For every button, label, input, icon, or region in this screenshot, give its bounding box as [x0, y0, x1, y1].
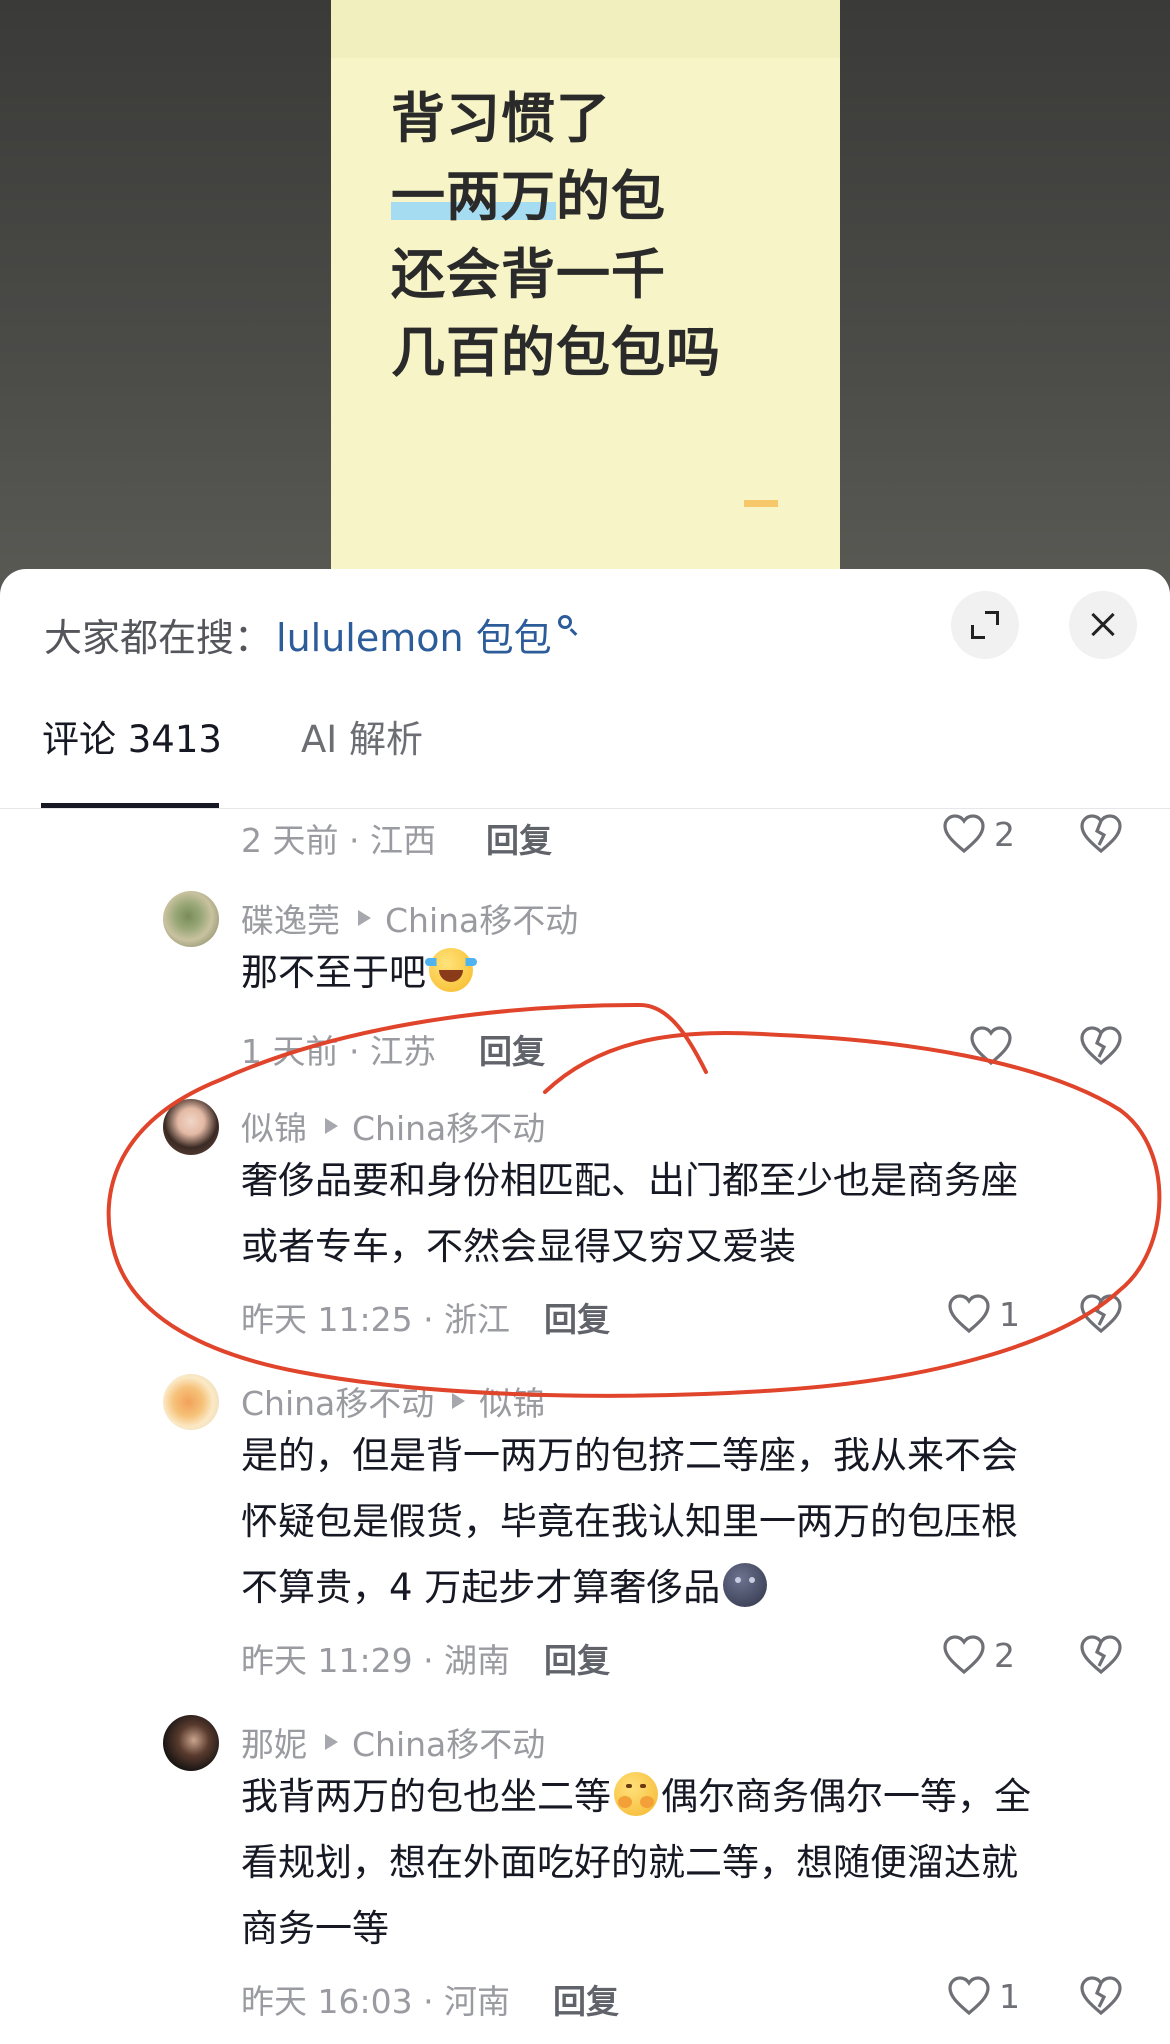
comment-username[interactable]: 碟逸莞	[241, 894, 340, 942]
comment-text-line-with-emoji: 不算贵，4 万起步才算奢侈品	[241, 1555, 1018, 1621]
reply-button[interactable]: 回复	[486, 814, 552, 862]
avatar[interactable]	[163, 891, 219, 947]
like-count: 2	[994, 814, 1015, 854]
broken-heart-icon	[1080, 1294, 1122, 1334]
comment-meta: 昨天 16:03 · 河南 回复	[241, 1979, 619, 2021]
comment-text-line: 怀疑包是假货，毕竟在我认知里一两万的包压根	[241, 1500, 1018, 1543]
tab-bar: 评论 3413 AI 解析	[0, 709, 1170, 779]
tab-ai-analysis[interactable]: AI 解析	[301, 709, 423, 763]
like-button[interactable]: 2	[942, 813, 1015, 855]
expand-button[interactable]	[951, 591, 1019, 659]
comment-text-line: 那不至于吧	[241, 951, 426, 994]
reply-arrow-icon	[325, 1118, 338, 1134]
comment-text-line: 或者专车，不然会显得又穷又爱装	[241, 1225, 796, 1268]
comment-user-row: 似锦 China移不动	[241, 1102, 545, 1150]
comment-meta: 昨天 11:25 · 浙江 回复	[241, 1297, 610, 1339]
heart-icon	[970, 1026, 1012, 1066]
reply-arrow-icon	[325, 1734, 338, 1750]
search-icon[interactable]	[557, 615, 572, 629]
comment-time-location: 2 天前 · 江西	[241, 821, 436, 860]
heart-icon	[948, 1976, 990, 2016]
divider	[0, 808, 1170, 809]
reply-button[interactable]: 回复	[544, 1634, 610, 1682]
video-decoration-dash	[744, 500, 778, 507]
search-suggestion-term[interactable]: lululemon 包包	[276, 607, 552, 662]
video-frame[interactable]: 背习惯了 一两万的包 还会背一千 几百的包包吗	[331, 0, 840, 600]
expand-icon	[985, 611, 999, 625]
avatar[interactable]	[163, 1715, 219, 1771]
dislike-button[interactable]	[1079, 813, 1123, 859]
search-suggestion-prefix: 大家都在搜：	[44, 615, 273, 660]
like-count: 1	[999, 1976, 1020, 2016]
video-caption-line: 一两万的包	[391, 165, 666, 228]
reply-to-username[interactable]: China移不动	[352, 1718, 545, 1766]
reply-button[interactable]: 回复	[553, 1975, 619, 2023]
comment-text-line: 是的，但是背一两万的包挤二等座，我从来不会	[241, 1434, 1018, 1477]
moon-face-emoji-icon	[723, 1563, 768, 1607]
comment-text-line-with-emoji: 我背两万的包也坐二等 偶尔商务偶尔一等，全	[241, 1764, 1031, 1830]
comment-time-location: 昨天 16:03 · 河南	[241, 1982, 511, 2021]
search-suggestion[interactable]: 大家都在搜： lululemon 包包	[44, 607, 572, 662]
reply-to-username[interactable]: China移不动	[352, 1102, 545, 1150]
heart-icon	[943, 1635, 985, 1675]
broken-heart-icon	[1080, 814, 1122, 854]
reply-button[interactable]: 回复	[544, 1293, 610, 1341]
video-caption-line: 几百的包包吗	[391, 321, 721, 384]
comment-meta: 昨天 11:29 · 湖南 回复	[241, 1638, 610, 1680]
dislike-button[interactable]	[1079, 1975, 1123, 2021]
like-button[interactable]: 2	[942, 1634, 1015, 1676]
comment-time-location: 昨天 11:29 · 湖南	[241, 1641, 511, 1680]
comment-user-row: 碟逸莞 China移不动	[241, 894, 578, 942]
video-caption-line: 背习惯了	[391, 87, 611, 150]
dislike-button[interactable]	[1079, 1025, 1123, 1071]
like-button[interactable]	[969, 1025, 1013, 1067]
comment-meta: 1 天前 · 江苏 回复	[241, 1029, 545, 1071]
reply-to-username[interactable]: China移不动	[385, 894, 578, 942]
video-caption: 背习惯了 一两万的包 还会背一千 几百的包包吗	[391, 80, 721, 392]
comment-username[interactable]: 似锦	[241, 1102, 307, 1150]
comment-text: 我背两万的包也坐二等 偶尔商务偶尔一等，全 看规划，想在外面吃好的就二等，想随便溜…	[241, 1764, 1031, 1962]
comment-text: 奢侈品要和身份相匹配、出门都至少也是商务座 或者专车，不然会显得又穷又爱装	[241, 1148, 1018, 1280]
reply-button[interactable]: 回复	[479, 1025, 545, 1073]
comment-time-location: 昨天 11:25 · 浙江	[241, 1300, 511, 1339]
comment-sheet: 大家都在搜： lululemon 包包 评论 3413 AI 解析 2 天前 ·…	[0, 569, 1170, 2044]
heart-icon	[948, 1294, 990, 1334]
comment-username[interactable]: China移不动	[241, 1377, 434, 1425]
dislike-button[interactable]	[1079, 1293, 1123, 1339]
heart-icon	[943, 814, 985, 854]
broken-heart-icon	[1080, 1976, 1122, 2016]
like-button[interactable]: 1	[947, 1975, 1020, 2017]
broken-heart-icon	[1080, 1026, 1122, 1066]
comment-text: 是的，但是背一两万的包挤二等座，我从来不会 怀疑包是假货，毕竟在我认知里一两万的…	[241, 1423, 1018, 1621]
dislike-button[interactable]	[1079, 1634, 1123, 1680]
comment-text-line: 奢侈品要和身份相匹配、出门都至少也是商务座	[241, 1159, 1018, 1202]
broken-heart-icon	[1080, 1635, 1122, 1675]
comment-text-line: 偶尔商务偶尔一等，全	[661, 1775, 1031, 1818]
reply-to-username[interactable]: 似锦	[479, 1377, 545, 1425]
video-caption-line: 还会背一千	[391, 243, 666, 306]
reply-arrow-icon	[358, 910, 371, 926]
laugh-cry-emoji-icon	[425, 948, 477, 992]
like-count: 2	[994, 1635, 1015, 1675]
close-button[interactable]	[1069, 591, 1137, 659]
expand-icon-corner	[971, 625, 985, 639]
comment-text-line: 我背两万的包也坐二等	[241, 1775, 611, 1818]
avatar[interactable]	[163, 1374, 219, 1430]
hugging-face-emoji-icon	[614, 1772, 658, 1816]
tab-comments[interactable]: 评论 3413	[42, 709, 222, 763]
like-count: 1	[999, 1294, 1020, 1334]
video-top-strip	[331, 0, 840, 58]
comment-text-line: 商务一等	[241, 1907, 389, 1950]
reply-arrow-icon	[452, 1393, 466, 1409]
comment-time-location: 1 天前 · 江苏	[241, 1032, 436, 1071]
comment-text-line: 看规划，想在外面吃好的就二等，想随便溜达就	[241, 1841, 1018, 1884]
avatar[interactable]	[163, 1099, 219, 1155]
comment-user-row: China移不动 似锦	[241, 1377, 545, 1425]
comment-username[interactable]: 那妮	[241, 1718, 307, 1766]
comment-text-line: 不算贵，4 万起步才算奢侈品	[241, 1566, 721, 1609]
comment-text: 那不至于吧	[241, 940, 477, 1006]
comment-user-row: 那妮 China移不动	[241, 1718, 545, 1766]
comment-meta: 2 天前 · 江西 回复	[241, 818, 552, 860]
like-button[interactable]: 1	[947, 1293, 1020, 1335]
